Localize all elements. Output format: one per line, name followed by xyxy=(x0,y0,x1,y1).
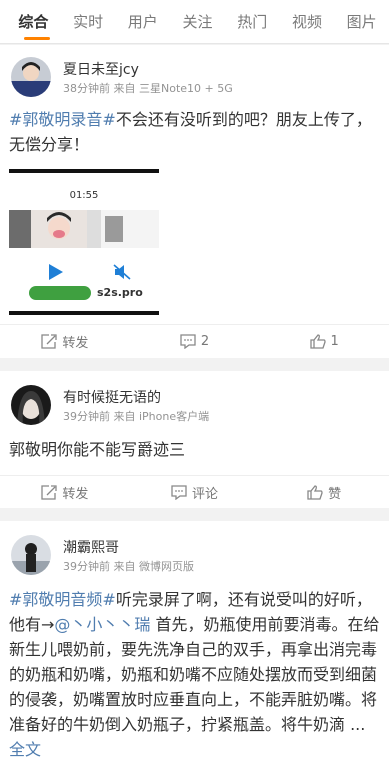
repost-button[interactable]: 转发 xyxy=(0,476,130,509)
repost-button[interactable]: 转发 xyxy=(0,325,130,358)
tab-realtime[interactable]: 实时 xyxy=(61,0,116,44)
video-progress-bar xyxy=(9,311,159,315)
video-frames xyxy=(9,210,159,248)
avatar[interactable] xyxy=(11,535,51,575)
avatar[interactable] xyxy=(11,57,51,97)
comment-icon xyxy=(171,485,187,500)
post-card: 夏日未至jcy 38分钟前 来自 三星Note10 + 5G #郭敬明录音#不会… xyxy=(0,45,389,358)
comment-button[interactable]: 2 xyxy=(130,325,260,358)
post-card: 有时候挺无语的 39分钟前 来自 iPhone客户端 郭敬明你能不能写爵迹三 转… xyxy=(0,371,389,508)
tab-bar: 综合 实时 用户 关注 热门 视频 图片 xyxy=(0,0,389,44)
comment-count: 2 xyxy=(200,334,210,349)
post-meta: 39分钟前 来自 iPhone客户端 xyxy=(63,410,210,423)
tab-hot[interactable]: 热门 xyxy=(225,0,280,44)
tab-comprehensive[interactable]: 综合 xyxy=(6,0,61,44)
avatar[interactable] xyxy=(11,385,51,425)
repost-label: 转发 xyxy=(62,487,89,502)
repost-icon xyxy=(41,485,57,500)
hashtag-link[interactable]: #郭敬明录音# xyxy=(9,110,116,129)
play-icon[interactable] xyxy=(49,264,63,284)
repost-icon xyxy=(41,334,57,349)
comment-button[interactable]: 评论 xyxy=(130,476,260,509)
post-meta: 38分钟前 来自 三星Note10 + 5G xyxy=(63,82,233,95)
post-actions: 转发 2 1 xyxy=(0,324,389,358)
expand-full-text-link[interactable]: 全文 xyxy=(9,740,41,759)
post-meta: 39分钟前 来自 微博网页版 xyxy=(63,560,194,573)
tab-users[interactable]: 用户 xyxy=(115,0,170,44)
watermark-logo xyxy=(29,286,91,300)
tab-images[interactable]: 图片 xyxy=(334,0,389,44)
post-text: #郭敬明音频#听完录屏了啊，还有说受叫的好听， 他有→@丶小丶丶瑞 首先，奶瓶使… xyxy=(9,590,380,759)
comment-label: 评论 xyxy=(192,487,219,502)
video-time: 01:55 xyxy=(69,190,99,201)
comment-icon xyxy=(180,334,196,349)
thumbs-up-icon xyxy=(309,334,326,349)
like-button[interactable]: 赞 xyxy=(259,476,389,509)
user-mention[interactable]: @丶小丶丶瑞 xyxy=(54,615,150,634)
like-button[interactable]: 1 xyxy=(259,325,389,358)
like-count: 1 xyxy=(330,334,339,349)
post-text: 郭敬明你能不能写爵迹三 xyxy=(9,440,186,459)
username[interactable]: 有时候挺无语的 xyxy=(63,387,161,407)
post-card: 潮霸熙哥 39分钟前 来自 微博网页版 #郭敬明音频#听完录屏了啊，还有说受叫的… xyxy=(0,521,389,774)
post-actions: 转发 评论 赞 xyxy=(0,475,389,509)
watermark-text: s2s.pro xyxy=(97,286,143,299)
post-text: #郭敬明录音#不会还有没听到的吧？朋友上传了，无偿分享！ xyxy=(9,110,372,154)
like-label: 赞 xyxy=(328,487,342,502)
username[interactable]: 夏日未至jcy xyxy=(63,59,139,79)
username[interactable]: 潮霸熙哥 xyxy=(63,537,119,557)
tab-following[interactable]: 关注 xyxy=(170,0,225,44)
repost-label: 转发 xyxy=(62,336,89,351)
hashtag-link[interactable]: #郭敬明音频# xyxy=(9,590,116,609)
video-title-bar xyxy=(9,169,159,173)
active-tab-indicator xyxy=(24,36,50,40)
mute-icon[interactable] xyxy=(113,264,131,284)
thumbs-up-icon xyxy=(307,485,323,500)
video-thumbnail[interactable]: 01:55 s2s.pro xyxy=(9,190,159,315)
tab-video[interactable]: 视频 xyxy=(280,0,335,44)
